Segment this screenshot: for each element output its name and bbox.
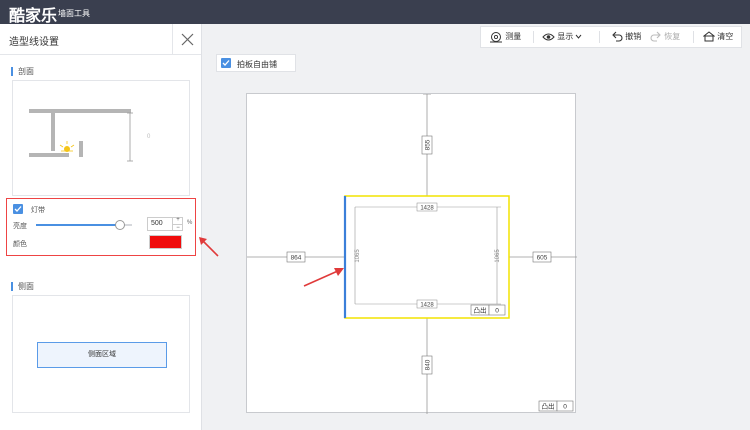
color-label: 颜色 bbox=[13, 241, 27, 248]
section-profile-label: 剖面 bbox=[11, 67, 34, 76]
stepper-down-icon[interactable]: − bbox=[173, 224, 183, 232]
profile-preview: 0 bbox=[12, 80, 190, 196]
inner-dim-bottom: 1428 bbox=[420, 303, 434, 309]
light-strip-checkbox[interactable] bbox=[13, 204, 23, 214]
toolbar: 测量 显示 撤销 恢复 清空 bbox=[480, 26, 742, 48]
measure-label: 测量 bbox=[505, 32, 522, 41]
toolbar-divider bbox=[533, 31, 534, 43]
color-picker[interactable] bbox=[149, 235, 182, 249]
toolbar-divider bbox=[693, 31, 694, 43]
app-subtitle: 墙面工具 bbox=[58, 9, 90, 18]
wall-canvas[interactable]: 855 864 605 840 1428 1428 1065 1065 凸出 0… bbox=[246, 93, 577, 414]
brightness-label: 亮度 bbox=[13, 223, 27, 230]
panel-title: 造型线设置 bbox=[9, 37, 59, 48]
close-button[interactable] bbox=[172, 24, 201, 55]
dim-bottom: 840 bbox=[425, 359, 432, 370]
undo-button[interactable]: 撤销 bbox=[611, 27, 641, 47]
redo-label: 恢复 bbox=[664, 32, 681, 41]
check-icon bbox=[14, 206, 22, 212]
brightness-slider[interactable] bbox=[36, 220, 132, 230]
measure-button[interactable]: 测量 bbox=[489, 27, 521, 47]
brightness-slider-thumb[interactable] bbox=[114, 220, 125, 230]
check-icon bbox=[222, 60, 230, 66]
light-strip-label: 灯带 bbox=[31, 207, 45, 214]
profile-diagram: 0 bbox=[29, 109, 151, 162]
inner-dim-top: 1428 bbox=[420, 206, 434, 212]
free-pave-checkbox[interactable] bbox=[221, 58, 231, 68]
dim-top: 855 bbox=[425, 139, 432, 150]
stepper-up-icon[interactable]: + bbox=[173, 217, 183, 224]
undo-label: 撤销 bbox=[625, 32, 642, 41]
free-pave-label: 拍板自由铺 bbox=[237, 60, 277, 69]
tape-measure-icon bbox=[490, 31, 502, 43]
side-preview: 侧面区域 bbox=[12, 295, 190, 413]
top-bar: 酷家乐 墙面工具 bbox=[0, 0, 750, 25]
eye-icon bbox=[542, 33, 555, 41]
outer-protrude-label: 凸出 bbox=[542, 402, 555, 411]
molding-settings-panel: 造型线设置 剖面 0 灯带 亮度 500 + − % 颜色 侧面 侧面区域 bbox=[0, 24, 202, 430]
toolbar-divider bbox=[599, 31, 600, 43]
undo-icon bbox=[612, 32, 623, 42]
app-logo: 酷家乐 bbox=[9, 8, 58, 25]
inner-protrude-label: 凸出 bbox=[474, 306, 487, 315]
brightness-unit: % bbox=[187, 220, 193, 226]
annotation-arrow-icon bbox=[199, 237, 219, 257]
outer-protrude-value: 0 bbox=[563, 404, 567, 411]
light-strip-icon bbox=[59, 141, 75, 152]
annotation-arrow-icon bbox=[303, 268, 344, 287]
redo-icon bbox=[650, 32, 661, 42]
close-icon bbox=[181, 33, 194, 46]
clear-label: 清空 bbox=[717, 32, 734, 41]
free-pave-option[interactable]: 拍板自由铺 bbox=[216, 54, 296, 72]
display-label: 显示 bbox=[557, 32, 574, 41]
chevron-down-icon bbox=[576, 35, 582, 40]
light-strip-settings: 灯带 亮度 500 + − % 颜色 bbox=[6, 198, 196, 256]
display-dropdown[interactable]: 显示 bbox=[542, 27, 582, 47]
side-region-button[interactable]: 侧面区域 bbox=[37, 342, 167, 368]
inner-protrude-value: 0 bbox=[495, 308, 499, 315]
inner-dim-right: 1065 bbox=[495, 249, 501, 263]
clear-button[interactable]: 清空 bbox=[702, 27, 734, 47]
svg-text:0: 0 bbox=[147, 134, 151, 140]
inner-dim-left: 1065 bbox=[355, 249, 361, 263]
brightness-stepper[interactable]: + − bbox=[172, 217, 183, 231]
section-side-label: 侧面 bbox=[11, 282, 34, 291]
redo-button[interactable]: 恢复 bbox=[650, 27, 680, 47]
panel-header: 造型线设置 bbox=[0, 24, 201, 55]
broom-icon bbox=[702, 31, 716, 42]
wall-drawing: 855 864 605 840 1428 1428 1065 1065 凸出 0… bbox=[247, 94, 577, 414]
brightness-slider-fill bbox=[36, 224, 120, 226]
dim-left: 864 bbox=[291, 255, 302, 262]
dim-right: 605 bbox=[537, 255, 548, 262]
